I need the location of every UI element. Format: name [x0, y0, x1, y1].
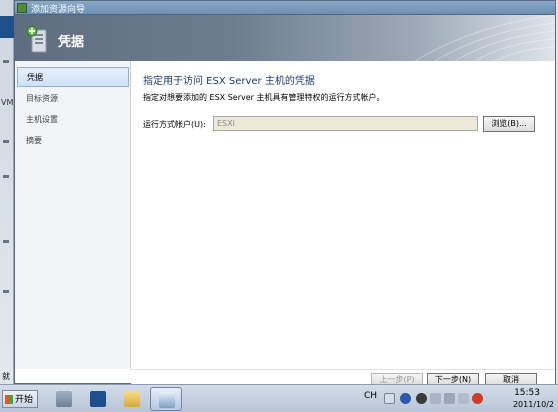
- network-icon[interactable]: [444, 393, 455, 404]
- runas-account-label: 运行方式帐户(U):: [143, 120, 206, 129]
- clock-date[interactable]: 2011/10/2: [513, 400, 554, 409]
- background-tick: [3, 175, 9, 178]
- browse-button[interactable]: 浏览(B)...: [483, 116, 535, 132]
- background-tick: [3, 290, 9, 293]
- volume-icon[interactable]: [458, 393, 469, 404]
- window-titlebar[interactable]: 添加资源向导: [15, 1, 555, 15]
- background-app-strip: VM 就: [0, 0, 14, 384]
- wizard-nav-pane: 凭据 目标资源 主机设置 摘要: [15, 61, 131, 369]
- credentials-server-icon: [26, 25, 47, 53]
- nav-item-credentials[interactable]: 凭据: [17, 67, 129, 87]
- nav-item-host-settings[interactable]: 主机设置: [17, 110, 129, 130]
- language-indicator[interactable]: CH: [364, 391, 377, 401]
- wizard-content: 指定用于访问 ESX Server 主机的凭据 指定对想要添加的 ESX Ser…: [131, 61, 555, 369]
- help-icon[interactable]: [400, 393, 411, 404]
- background-tick: [3, 240, 9, 243]
- start-label: 开始: [15, 395, 34, 405]
- folder-icon: [124, 391, 140, 407]
- powershell-icon: [90, 391, 106, 407]
- taskbar-app-powershell[interactable]: [82, 387, 114, 411]
- wizard-banner: 凭据: [15, 15, 555, 61]
- page-heading: 指定用于访问 ESX Server 主机的凭据: [143, 76, 315, 87]
- keyboard-icon[interactable]: [384, 393, 395, 404]
- add-resource-wizard-window: 添加资源向导 凭据 凭据 目标资源 主机设置 摘要 指定用于访问 ESX Ser…: [14, 0, 556, 386]
- background-status-label: 就: [2, 372, 10, 381]
- runas-account-field[interactable]: ESXi: [213, 116, 478, 131]
- tray-app-icon[interactable]: [416, 393, 427, 404]
- nav-item-target-resources[interactable]: 目标资源: [17, 89, 129, 109]
- wizard-app-icon: [17, 3, 27, 13]
- background-vm-label: VM: [1, 98, 14, 107]
- system-tray: CH 15:53 2011/10/2: [362, 385, 558, 412]
- background-bar: [0, 16, 14, 38]
- taskbar-app-explorer[interactable]: [116, 387, 148, 411]
- background-tick: [3, 140, 9, 143]
- start-button[interactable]: 开始: [2, 390, 38, 408]
- server-manager-icon: [56, 391, 72, 407]
- taskbar: 开始 CH 15:53 2011/10/2: [0, 384, 558, 412]
- page-description: 指定对想要添加的 ESX Server 主机具有管理特权的运行方式帐户。: [143, 93, 385, 102]
- taskbar-app-vmm-console[interactable]: [150, 387, 182, 411]
- clock-time[interactable]: 15:53: [514, 388, 540, 398]
- background-tick: [3, 60, 9, 63]
- nav-item-summary[interactable]: 摘要: [17, 131, 129, 151]
- taskbar-app-server-manager[interactable]: [48, 387, 80, 411]
- window-title: 添加资源向导: [31, 5, 86, 15]
- banner-decoration: [414, 15, 555, 61]
- show-hidden-icons-icon[interactable]: [430, 393, 441, 404]
- windows-flag-icon: [5, 395, 13, 404]
- banner-title: 凭据: [58, 35, 85, 50]
- vmm-console-icon: [159, 392, 175, 408]
- wizard-footer: 上一步(P) 下一步(N) 取消: [131, 369, 555, 386]
- alert-icon[interactable]: [472, 393, 483, 404]
